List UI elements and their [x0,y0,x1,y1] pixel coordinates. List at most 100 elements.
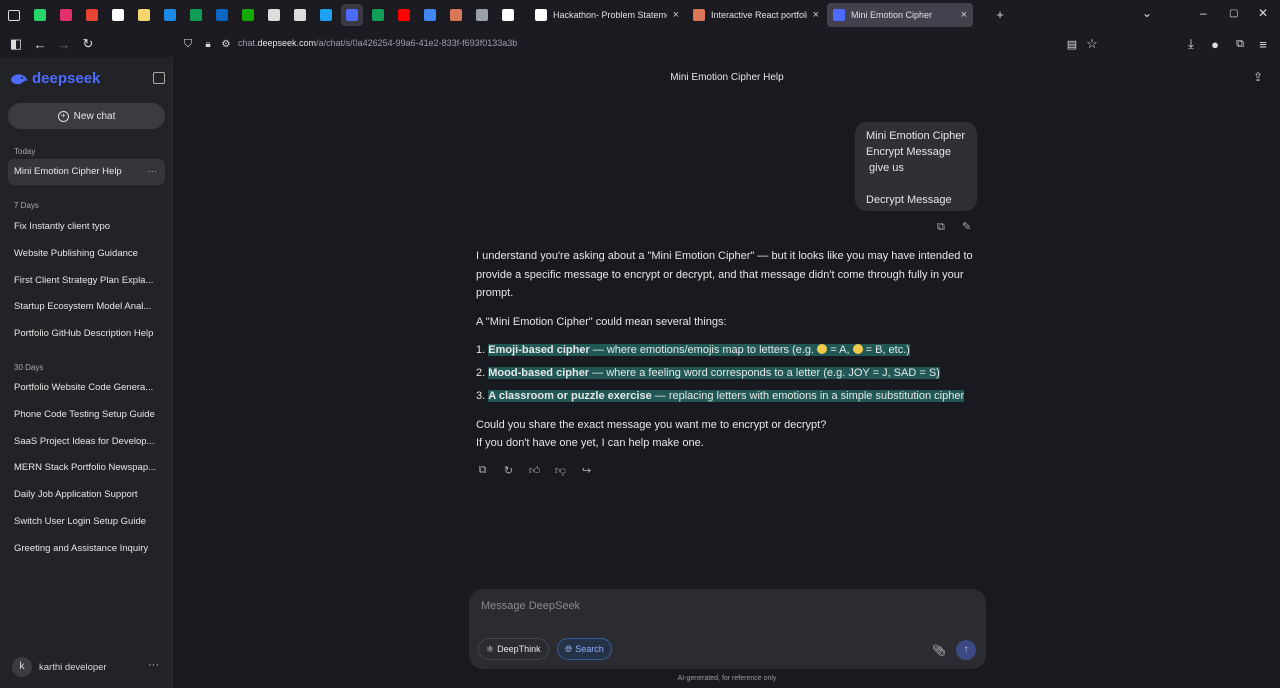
minimize-button[interactable]: – [1200,6,1207,20]
list-number: 1. [476,344,486,356]
close-tab-icon[interactable]: × [673,9,679,21]
extensions-icon[interactable]: ⧉ [1228,33,1252,55]
share-icon[interactable]: ⇪ [1253,70,1263,84]
browser-tab[interactable]: Interactive React portfolio web × [687,3,825,27]
collapse-sidebar-icon[interactable] [153,72,165,84]
chat-item[interactable]: Portfolio Website Code Genera... [14,382,162,393]
sidebar-toggle-icon[interactable]: ◧ [4,33,28,55]
share-icon[interactable]: ↪ [580,464,593,477]
claude-icon [450,9,462,21]
tab-title: Mini Emotion Cipher [851,10,933,20]
chat-item[interactable]: Greeting and Assistance Inquiry [14,543,162,554]
close-tab-icon[interactable]: × [813,9,819,21]
maximize-button[interactable]: ▢ [1229,8,1238,19]
browser-tab[interactable]: Hackathon- Problem Statement - E × [529,3,685,27]
chat-item[interactable]: Fix Instantly client typo [14,221,162,232]
upwork-icon[interactable] [237,4,259,26]
deepseek-icon [346,9,358,21]
tab-list-chevron-icon[interactable]: ⌄ [1142,6,1152,20]
linkedin-icon [216,9,228,21]
edit-icon[interactable]: ✎ [962,220,971,233]
regenerate-icon[interactable]: ↻ [502,464,515,477]
avatar: k [12,657,32,677]
more-options-icon[interactable]: ··· [148,159,158,185]
browser-tab[interactable]: Mini Emotion Cipher × [827,3,973,27]
back-button[interactable]: ← [28,33,52,55]
app-icon[interactable] [471,4,493,26]
chat-item[interactable]: SaaS Project Ideas for Develop... [14,436,162,447]
circle-icon[interactable] [263,4,285,26]
forward-button[interactable]: → [52,33,76,55]
assistant-message: I understand you're asking about a "Mini… [476,247,981,453]
send-button[interactable]: ↑ [956,640,976,660]
list-text: — where emotions/emojis map to letters (… [589,344,818,356]
notes-icon[interactable] [133,4,155,26]
chat-item[interactable]: Daily Job Application Support [14,489,162,500]
new-chat-button[interactable]: + New chat [8,103,165,129]
circle-icon [294,9,306,21]
docs-icon[interactable] [419,4,441,26]
copy-icon[interactable]: ⧉ [937,221,949,233]
list-bold: Emoji-based cipher [488,344,590,356]
downloads-icon[interactable]: ⤓ [1179,33,1203,55]
chat-item[interactable]: First Client Strategy Plan Expla... [14,275,162,286]
menu-icon[interactable]: ≡ [1251,33,1275,55]
thumbs-down-icon[interactable]: 👎︎ [554,464,567,477]
user-menu-icon[interactable]: ··· [148,659,159,671]
new-tab-button[interactable]: + [988,3,1012,25]
instagram-icon[interactable] [55,4,77,26]
tab-strip: Hackathon- Problem Statement - E×Interac… [0,0,1280,30]
permissions-icon[interactable]: ⚙ [214,33,238,55]
list-text: — where a feeling word corresponds to a … [589,367,940,379]
deepthink-button[interactable]: ⚛ DeepThink [478,638,549,660]
thumbs-up-icon[interactable]: 👍︎ [528,464,541,477]
smiling-face-emoji-icon [817,344,828,354]
deepseek-icon[interactable] [341,4,363,26]
account-icon[interactable]: ● [1203,33,1227,55]
atom-icon: ⚛ [486,643,495,654]
close-tab-icon[interactable]: × [961,9,967,21]
linkedin-icon[interactable] [211,4,233,26]
logo-text: deepseek [32,70,101,87]
whatsapp-icon [34,9,46,21]
circle-icon[interactable] [289,4,311,26]
group-7-days: 7 Days [14,201,39,210]
globe-icon: 🌐︎ [565,643,573,654]
sheets-icon[interactable] [367,4,389,26]
list-item: 3. A classroom or puzzle exercise — repl… [476,387,981,406]
tab-overview-icon[interactable] [3,4,25,26]
url-bar[interactable]: chat.deepseek.com/a/chat/s/0a426254-99a6… [238,38,517,48]
chat-item-active[interactable]: Mini Emotion Cipher Help ··· [8,159,165,185]
message-input[interactable]: Message DeepSeek [481,600,580,612]
chat-item[interactable]: Switch User Login Setup Guide [14,516,162,527]
list-text: = A, [827,344,853,356]
whatsapp-icon[interactable] [29,4,51,26]
chat-item[interactable]: MERN Stack Portfolio Newspap... [14,462,162,473]
vercel-icon[interactable] [315,4,337,26]
user-name: karthi developer [39,661,107,673]
gmail-icon[interactable] [81,4,103,26]
copy-icon[interactable]: ⧉ [476,464,489,477]
app-icon[interactable] [159,4,181,26]
youtube-icon[interactable] [393,4,415,26]
paperclip-icon[interactable]: 📎︎ [932,644,946,657]
whale-icon [11,73,27,84]
message-actions: ⧉ ↻ 👍︎ 👎︎ ↪ [476,464,593,477]
close-window-button[interactable]: ✕ [1258,6,1268,20]
reload-button[interactable]: ↻ [76,33,100,55]
chat-item[interactable]: Phone Code Testing Setup Guide [14,409,162,420]
bookmark-star-icon[interactable]: ☆ [1080,33,1104,55]
gpt-icon[interactable] [497,4,519,26]
chat-item[interactable]: Website Publishing Guidance [14,248,162,259]
disclaimer: AI-generated, for reference only [677,675,777,682]
user-profile[interactable]: k karthi developer [12,657,107,677]
sheets-icon[interactable] [185,4,207,26]
claude-icon[interactable] [445,4,467,26]
deepseek-logo[interactable]: deepseek [10,70,100,87]
chat-item[interactable]: Startup Ecosystem Model Anal... [14,301,162,312]
search-button[interactable]: 🌐︎ Search [557,638,612,660]
message-composer[interactable]: Message DeepSeek ⚛ DeepThink 🌐︎ Search 📎︎ … [469,589,986,669]
app-icon [164,9,176,21]
chat-item[interactable]: Portfolio GitHub Description Help [14,328,162,339]
github-icon[interactable] [107,4,129,26]
